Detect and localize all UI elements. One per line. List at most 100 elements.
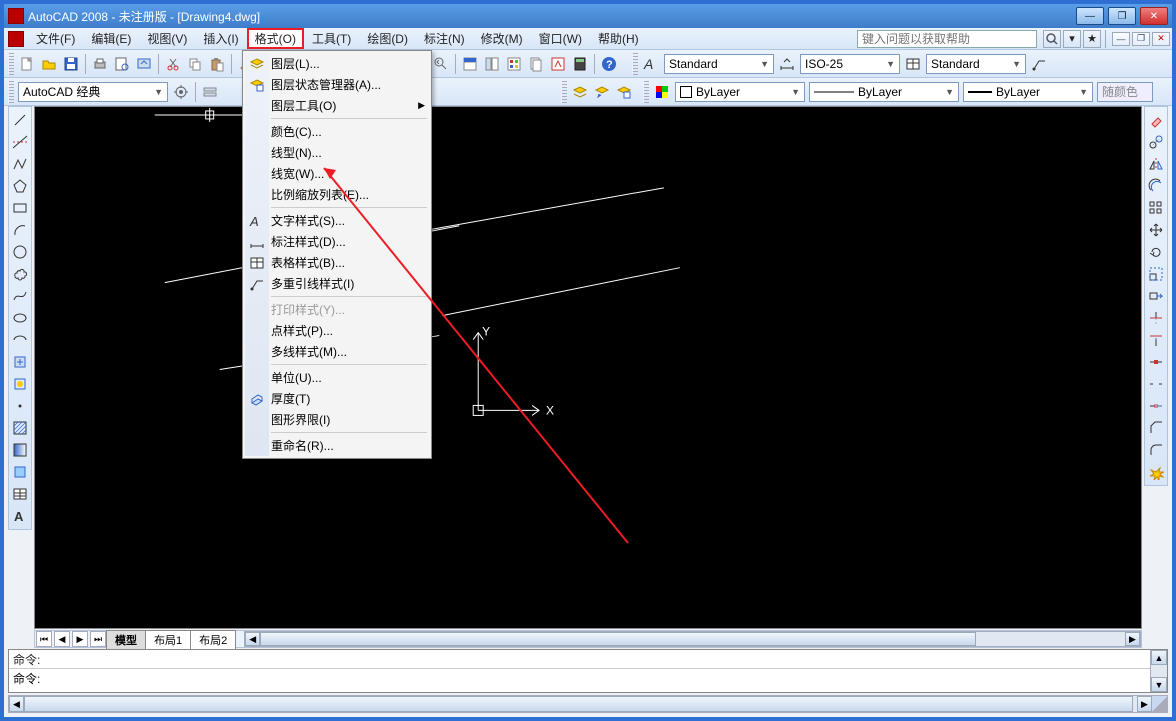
favorites-icon[interactable]: ★: [1083, 30, 1101, 48]
menu-edit[interactable]: 编辑(E): [83, 28, 139, 49]
tab-nav-next[interactable]: ▶: [72, 631, 88, 647]
offset-tool-icon[interactable]: [1146, 176, 1166, 196]
layer-manager-icon[interactable]: [569, 81, 591, 103]
help-search-input[interactable]: [857, 30, 1037, 48]
calculator-icon[interactable]: [569, 53, 591, 75]
tab-nav-last[interactable]: ⏭: [90, 631, 106, 647]
explode-tool-icon[interactable]: [1146, 462, 1166, 482]
minimize-button[interactable]: —: [1076, 7, 1104, 25]
menu-item-mleader-style[interactable]: 多重引线样式(I): [245, 273, 429, 294]
resize-grip[interactable]: [1152, 696, 1167, 712]
workspace-dropdown[interactable]: AutoCAD 经典▼: [18, 82, 168, 102]
copy-tool-icon[interactable]: [1146, 132, 1166, 152]
menu-view[interactable]: 视图(V): [139, 28, 195, 49]
xline-tool-icon[interactable]: [10, 132, 30, 152]
linetype-dropdown[interactable]: ByLayer▼: [809, 82, 959, 102]
bottom-scroll-right-button[interactable]: ▶: [1137, 696, 1152, 712]
publish-icon[interactable]: [133, 53, 155, 75]
ws-toolbar-icon[interactable]: [199, 81, 221, 103]
toolbar-grip-ws[interactable]: [8, 81, 14, 103]
zoom-previous-icon[interactable]: [430, 53, 452, 75]
trim-tool-icon[interactable]: [1146, 308, 1166, 328]
make-block-tool-icon[interactable]: [10, 374, 30, 394]
cmd-scroll-down-button[interactable]: ▼: [1151, 677, 1167, 692]
design-center-icon[interactable]: [481, 53, 503, 75]
child-minimize-button[interactable]: —: [1112, 32, 1130, 46]
dim-style-icon[interactable]: [776, 53, 798, 75]
help-icon[interactable]: ?: [598, 53, 620, 75]
arc-tool-icon[interactable]: [10, 220, 30, 240]
markup-icon[interactable]: [547, 53, 569, 75]
tab-nav-first[interactable]: ⏮: [36, 631, 52, 647]
hscroll-right-button[interactable]: ▶: [1125, 632, 1140, 646]
color-dropdown[interactable]: ByLayer▼: [675, 82, 805, 102]
menu-item-scale-list[interactable]: 比例缩放列表(E)...: [245, 184, 429, 205]
menu-item-units[interactable]: 单位(U)...: [245, 367, 429, 388]
color-control-icon[interactable]: [651, 81, 673, 103]
copy-icon[interactable]: [184, 53, 206, 75]
menu-draw[interactable]: 绘图(D): [359, 28, 416, 49]
open-file-icon[interactable]: [38, 53, 60, 75]
menu-item-text-style[interactable]: A文字样式(S)...: [245, 210, 429, 231]
table-style-dropdown[interactable]: Standard▼: [926, 54, 1026, 74]
cut-icon[interactable]: [162, 53, 184, 75]
polyline-tool-icon[interactable]: [10, 154, 30, 174]
menu-insert[interactable]: 插入(I): [195, 28, 246, 49]
command-input[interactable]: [44, 669, 1167, 687]
toolbar-grip-props[interactable]: [643, 81, 649, 103]
menu-item-rename[interactable]: 重命名(R)...: [245, 435, 429, 456]
scale-tool-icon[interactable]: [1146, 264, 1166, 284]
save-icon[interactable]: [60, 53, 82, 75]
toolbar-grip-styles[interactable]: [632, 53, 638, 75]
cmd-scroll-up-button[interactable]: ▲: [1151, 650, 1167, 665]
toolbar-grip-layer2[interactable]: [561, 81, 567, 103]
command-vscrollbar[interactable]: ▲ ▼: [1150, 650, 1167, 692]
child-restore-button[interactable]: ❐: [1132, 32, 1150, 46]
toolbar-grip[interactable]: [8, 53, 14, 75]
line-tool-icon[interactable]: [10, 110, 30, 130]
move-tool-icon[interactable]: [1146, 220, 1166, 240]
new-file-icon[interactable]: [16, 53, 38, 75]
mirror-tool-icon[interactable]: [1146, 154, 1166, 174]
tool-palettes-icon[interactable]: [503, 53, 525, 75]
tab-layout1[interactable]: 布局1: [145, 630, 191, 649]
dim-style-dropdown[interactable]: ISO-25▼: [800, 54, 900, 74]
menu-item-dim-style[interactable]: 标注样式(D)...: [245, 231, 429, 252]
print-icon[interactable]: [89, 53, 111, 75]
lineweight-dropdown[interactable]: ByLayer▼: [963, 82, 1093, 102]
join-tool-icon[interactable]: [1146, 396, 1166, 416]
text-style-icon[interactable]: A: [640, 53, 662, 75]
bottom-scroll-left-button[interactable]: ◀: [9, 696, 24, 712]
text-style-dropdown[interactable]: Standard▼: [664, 54, 774, 74]
sheet-set-icon[interactable]: [525, 53, 547, 75]
menu-window[interactable]: 窗口(W): [531, 28, 590, 49]
menu-item-limits[interactable]: 图形界限(I): [245, 409, 429, 430]
plotstyle-dropdown[interactable]: 随颜色: [1097, 82, 1153, 102]
extend-tool-icon[interactable]: [1146, 330, 1166, 350]
layer-states-icon[interactable]: [613, 81, 635, 103]
layout-hscrollbar[interactable]: ◀ ▶: [244, 631, 1141, 647]
maximize-button[interactable]: ❐: [1108, 7, 1136, 25]
print-preview-icon[interactable]: [111, 53, 133, 75]
menu-format[interactable]: 格式(O): [247, 28, 304, 49]
search-info-icon[interactable]: [1043, 30, 1061, 48]
fillet-tool-icon[interactable]: [1146, 440, 1166, 460]
menu-item-layer-states[interactable]: 图层状态管理器(A)...: [245, 74, 429, 95]
menu-item-layer-tools[interactable]: 图层工具(O)▶: [245, 95, 429, 116]
hscroll-thumb[interactable]: [260, 632, 976, 646]
tab-model[interactable]: 模型: [106, 630, 146, 649]
bottom-scroll-thumb[interactable]: [24, 696, 1133, 712]
ellipse-tool-icon[interactable]: [10, 308, 30, 328]
polygon-tool-icon[interactable]: [10, 176, 30, 196]
circle-tool-icon[interactable]: [10, 242, 30, 262]
command-hscrollbar[interactable]: ◀ ▶: [8, 695, 1168, 713]
rotate-tool-icon[interactable]: [1146, 242, 1166, 262]
menu-item-table-style[interactable]: 表格样式(B)...: [245, 252, 429, 273]
workspace-settings-icon[interactable]: [170, 81, 192, 103]
menu-item-thickness[interactable]: 厚度(T): [245, 388, 429, 409]
close-button[interactable]: ✕: [1140, 7, 1168, 25]
child-close-button[interactable]: ✕: [1152, 32, 1170, 46]
mtext-tool-icon[interactable]: A: [10, 506, 30, 526]
menu-item-lineweight[interactable]: 线宽(W)...: [245, 163, 429, 184]
mleader-style-icon[interactable]: [1028, 53, 1050, 75]
